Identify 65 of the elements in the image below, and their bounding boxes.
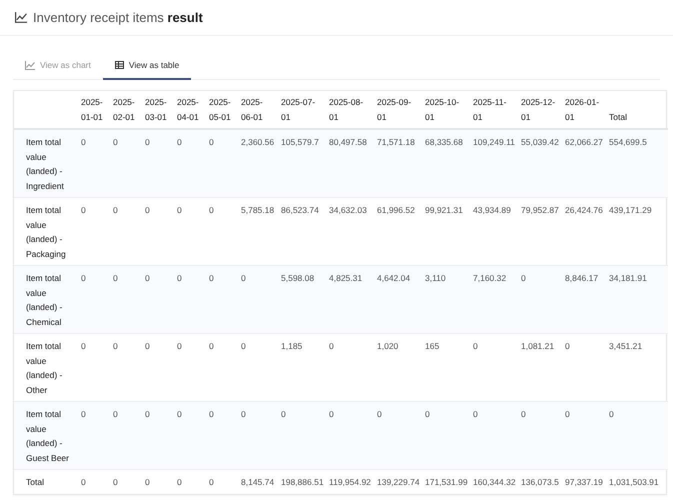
- table-cell: 0: [110, 402, 142, 470]
- table-cell: 0: [518, 402, 562, 470]
- table-cell: 1,031,503.91: [606, 470, 668, 494]
- table-cell: 0: [238, 266, 278, 334]
- table-cell: 8,846.17: [562, 266, 606, 334]
- table-cell: 0: [174, 402, 206, 470]
- table-cell: 7,160.32: [470, 266, 518, 334]
- table-cell: 34,181.91: [606, 266, 668, 334]
- table-cell: 4,825.31: [326, 266, 374, 334]
- row-header: Item total value (landed) - Guest Beer: [14, 402, 78, 470]
- table-cell: 0: [174, 129, 206, 198]
- table-cell: 8,145.74: [238, 470, 278, 494]
- table-cell: 0: [142, 402, 174, 470]
- page-title: Inventory receipt items result: [33, 10, 203, 25]
- table-cell: 139,229.74: [374, 470, 422, 494]
- table-cell: 80,497.58: [326, 129, 374, 198]
- table-cell: 0: [422, 402, 470, 470]
- table-cell: 0: [110, 129, 142, 198]
- table-cell: 0: [110, 266, 142, 334]
- table-cell: 0: [206, 266, 238, 334]
- table-cell: 0: [174, 266, 206, 334]
- table-cell: 136,073.5: [518, 470, 562, 494]
- table-cell: 62,066.27: [562, 129, 606, 198]
- table-cell: 0: [238, 402, 278, 470]
- table-cell: 0: [606, 402, 668, 470]
- table-cell: 119,954.92: [326, 470, 374, 494]
- table-cell: 0: [206, 402, 238, 470]
- table-cell: 0: [326, 402, 374, 470]
- line-chart-icon: [25, 60, 35, 70]
- table-cell: 171,531.99: [422, 470, 470, 494]
- table-cell: 0: [562, 402, 606, 470]
- table-cell: 0: [78, 470, 110, 494]
- table-cell: 160,344.32: [470, 470, 518, 494]
- table-cell: 0: [78, 266, 110, 334]
- table-cell: 0: [142, 266, 174, 334]
- table-cell: 0: [78, 402, 110, 470]
- table-cell: 0: [174, 470, 206, 494]
- table-cell: 0: [470, 402, 518, 470]
- table-cell: 55,039.42: [518, 129, 562, 198]
- view-tab[interactable]: View as table: [102, 52, 192, 80]
- table-cell: 0: [142, 129, 174, 198]
- table-cell: 554,699.5: [606, 129, 668, 198]
- table-cell: 0: [206, 470, 238, 494]
- table-cell: 3,110: [422, 266, 470, 334]
- table-icon: [114, 61, 124, 69]
- table-cell: 0: [278, 402, 326, 470]
- row-header: Item total value (landed) - Chemical: [14, 266, 78, 334]
- table-cell: 68,335.68: [422, 129, 470, 198]
- table-cell: 0: [206, 129, 238, 198]
- table-cell: 0: [110, 470, 142, 494]
- table-cell: 71,571.18: [374, 129, 422, 198]
- table-cell: 0: [374, 402, 422, 470]
- table-cell: 97,337.19: [562, 470, 606, 494]
- table-cell: 105,579.7: [278, 129, 326, 198]
- table-cell: 5,598.08: [278, 266, 326, 334]
- table-cell: 198,886.51: [278, 470, 326, 494]
- table-cell: 4,642.04: [374, 266, 422, 334]
- line-chart-icon: [15, 12, 27, 23]
- table-cell: 0: [142, 470, 174, 494]
- table-cell: 2,360.56: [238, 129, 278, 198]
- row-header: Total: [14, 470, 78, 494]
- row-header: Item total value (landed) - Ingredient: [14, 129, 78, 198]
- table-cell: 0: [78, 129, 110, 198]
- table-cell: 0: [518, 266, 562, 334]
- table-cell: 109,249.11: [470, 129, 518, 198]
